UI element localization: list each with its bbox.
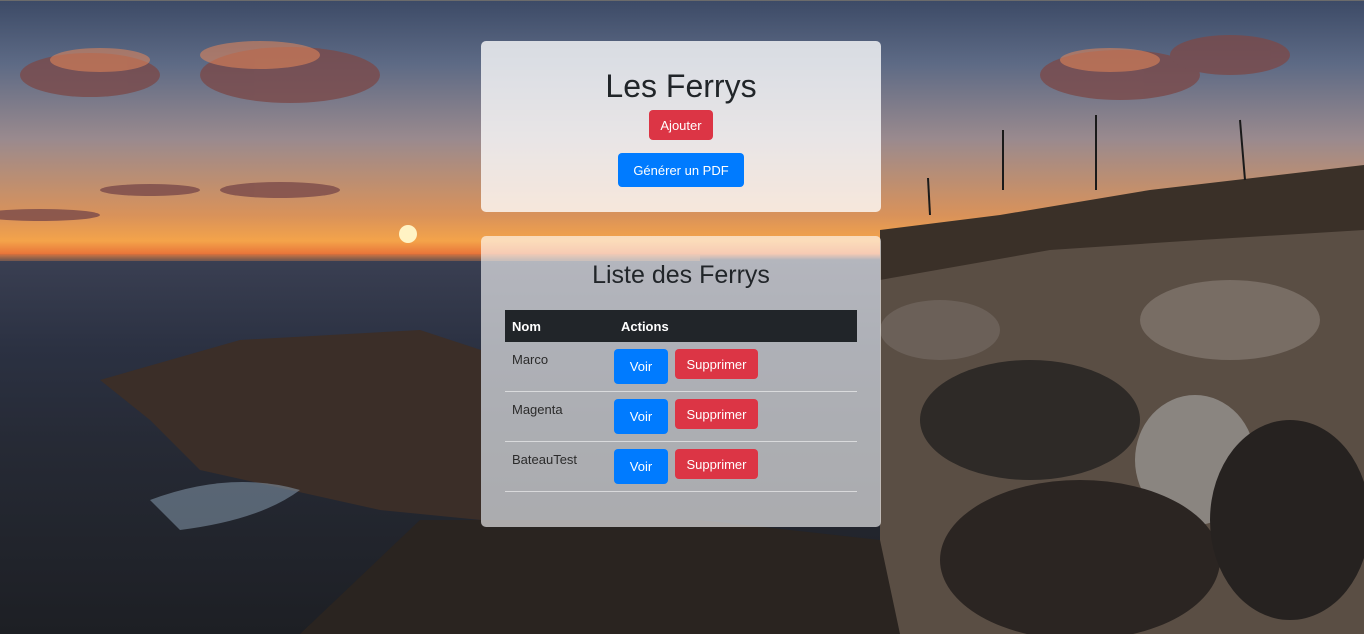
actions-cell: Voir Supprimer <box>614 441 857 492</box>
ferry-name: BateauTest <box>505 441 614 492</box>
list-title: Liste des Ferrys <box>592 261 770 289</box>
table-row: Marco Voir Supprimer <box>505 342 857 392</box>
ferry-name: Magenta <box>505 391 614 442</box>
view-button[interactable]: Voir <box>614 399 668 434</box>
actions-cell: Voir Supprimer <box>614 342 857 392</box>
view-button[interactable]: Voir <box>614 349 668 384</box>
page-title: Les Ferrys <box>605 68 757 104</box>
ferry-table: Nom Actions Marco Voir Supprimer Magenta… <box>505 310 857 492</box>
delete-button[interactable]: Supprimer <box>675 399 758 429</box>
ferry-list-card: Liste des Ferrys Nom Actions Marco Voir … <box>481 236 881 527</box>
table-header-row: Nom Actions <box>505 310 857 342</box>
delete-button[interactable]: Supprimer <box>675 349 758 379</box>
header-card: Les Ferrys Ajouter Générer un PDF <box>481 41 881 212</box>
ferry-name: Marco <box>505 342 614 392</box>
column-header-actions: Actions <box>614 310 857 342</box>
generate-pdf-button[interactable]: Générer un PDF <box>618 153 744 187</box>
table-row: BateauTest Voir Supprimer <box>505 441 857 492</box>
view-button[interactable]: Voir <box>614 449 668 484</box>
column-header-name: Nom <box>505 310 614 342</box>
table-row: Magenta Voir Supprimer <box>505 391 857 442</box>
top-border <box>0 0 1364 1</box>
delete-button[interactable]: Supprimer <box>675 449 758 479</box>
add-ferry-button[interactable]: Ajouter <box>649 110 713 140</box>
actions-cell: Voir Supprimer <box>614 391 857 442</box>
